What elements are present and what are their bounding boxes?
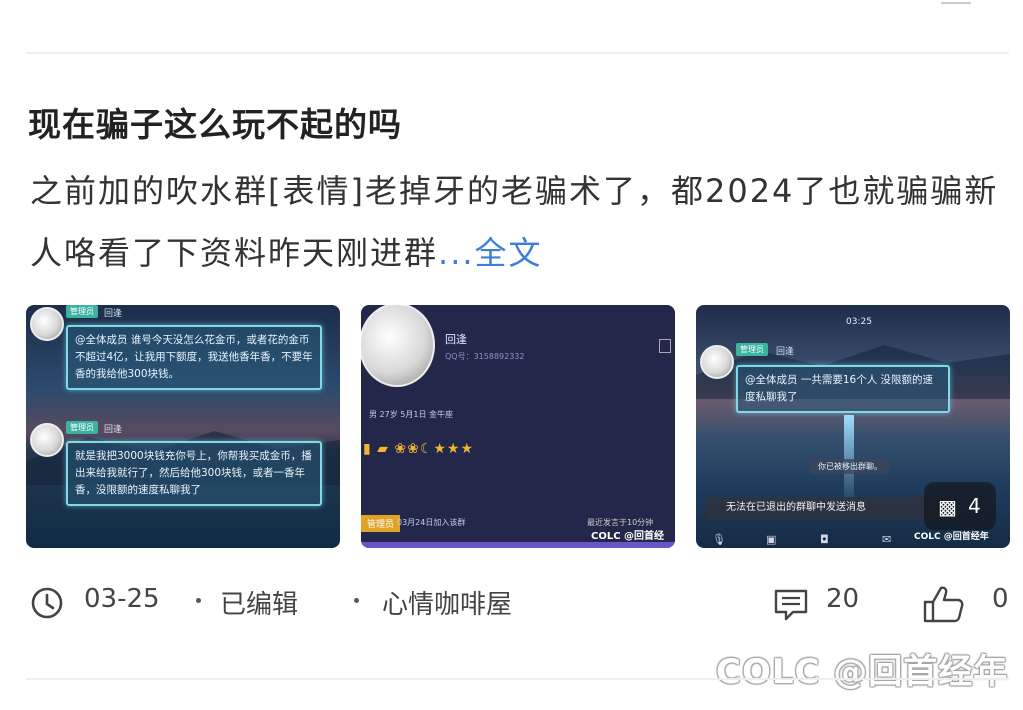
- chat-bubble: @全体成员 谁号今天没怎么花金币，或者花的金币不超过4亿，让我用下额度，我送他香…: [66, 325, 322, 390]
- chat-bubble: @全体成员 一共需要16个人 没限额的速度私聊我了: [736, 365, 950, 413]
- comment-icon[interactable]: [773, 588, 809, 622]
- gallery-icon: ▩: [938, 495, 957, 519]
- watermark: COLC @回首经年: [716, 652, 1009, 692]
- avatar: [30, 423, 64, 457]
- profile-info: 男 27岁 5月1日 金牛座: [369, 410, 453, 419]
- read-more-link[interactable]: ...全文: [438, 234, 543, 272]
- join-date: 03月24日加入该群: [397, 518, 466, 527]
- sender-name: 回逢: [776, 347, 795, 357]
- post-title[interactable]: 现在骗子这么玩不起的吗: [28, 98, 402, 146]
- edited-label: 已编辑: [220, 590, 299, 620]
- admin-tag: 管理员: [736, 343, 768, 356]
- profile-qq-number: QQ号：3158892332: [445, 352, 525, 361]
- camera-icon: ◘: [820, 533, 829, 546]
- thumbs-up-icon[interactable]: [922, 584, 966, 624]
- post-image-1[interactable]: 管理员 回逢 @全体成员 谁号今天没怎么花金币，或者花的金币不超过4亿，让我用下…: [26, 305, 340, 548]
- avatar: [30, 307, 64, 341]
- board-link[interactable]: 心情咖啡屋: [382, 584, 512, 621]
- image-watermark: COLC @回首经年: [914, 532, 989, 542]
- send-warning: 无法在已退出的群聊中发送消息: [706, 497, 956, 519]
- bottom-strip: [361, 542, 675, 548]
- profile-avatar: [361, 305, 435, 387]
- post-body[interactable]: 之前加的吹水群[表情]老掉牙的老骗术了，都2024了也就骗骗新人咯看了下资料昨天…: [30, 160, 1000, 284]
- like-count: 0: [992, 584, 1009, 614]
- clock-icon: [31, 587, 63, 619]
- sender-name: 回逢: [104, 309, 123, 319]
- separator-dot: [196, 598, 201, 603]
- comment-count: 20: [826, 584, 860, 614]
- image-watermark: COLC @回首经: [591, 531, 665, 542]
- top-divider: [26, 52, 1009, 54]
- mail-icon: ✉: [882, 533, 892, 546]
- post-image-3[interactable]: 03:25 管理员 回逢 @全体成员 一共需要16个人 没限额的速度私聊我了 你…: [696, 305, 1010, 548]
- share-icon: [659, 339, 671, 353]
- system-notice: 你已被移出群聊。: [810, 459, 890, 474]
- sender-name: 回逢: [104, 425, 123, 435]
- chat-bubble: 就是我把3000块钱充你号上，你帮我买成金币，播出来给我就行了，然后给他300块…: [66, 441, 322, 506]
- status-time: 03:25: [846, 317, 872, 327]
- profile-name: 回逢: [445, 333, 467, 346]
- admin-tag: 管理员: [66, 305, 98, 318]
- image-count: 4: [968, 494, 981, 518]
- separator-dot: [354, 598, 359, 603]
- image-icon: ▣: [766, 533, 777, 546]
- bottom-divider: [26, 678, 1009, 680]
- avatar: [700, 345, 734, 379]
- image-count-badge[interactable]: ▩ 4: [924, 482, 996, 530]
- top-corner-mark: [941, 0, 971, 4]
- role-badge: 管理员: [361, 515, 401, 532]
- mic-icon: 🎙: [712, 533, 726, 546]
- post-date: 03-25: [84, 584, 160, 614]
- post-image-2[interactable]: 回逢 QQ号：3158892332 男 27岁 5月1日 金牛座 ▮ ▰ ❀❀☾…: [361, 305, 675, 548]
- level-badges-icon: ▮ ▰ ❀❀☾★★★: [363, 441, 475, 457]
- admin-tag: 管理员: [66, 421, 98, 434]
